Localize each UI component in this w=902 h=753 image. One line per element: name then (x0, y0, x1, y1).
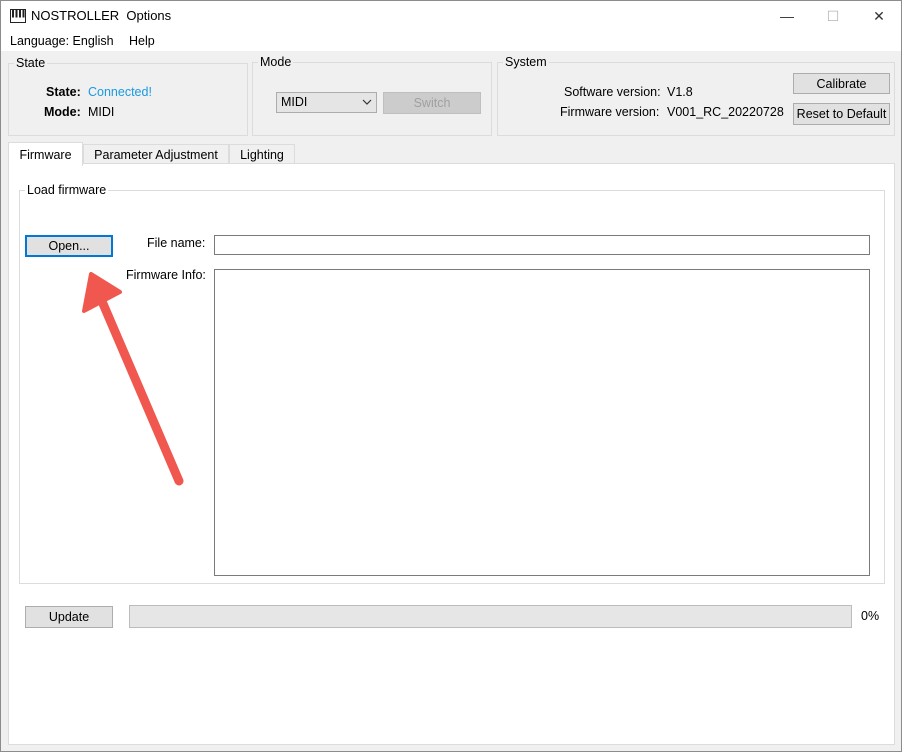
progress-percent: 0% (861, 609, 880, 623)
firmware-version-value: V001_RC_20220728 (667, 105, 784, 119)
mode-value: MIDI (88, 105, 115, 119)
load-firmware-legend: Load firmware (27, 183, 107, 197)
window-title: NOSTROLLER Options (31, 8, 172, 23)
software-version-value: V1.8 (667, 85, 693, 99)
state-group-legend: State (16, 56, 46, 70)
tab-parameter-adjustment[interactable]: Parameter Adjustment (83, 144, 229, 165)
mode-label: Mode: (44, 105, 81, 119)
calibrate-button[interactable]: Calibrate (793, 73, 890, 94)
minimize-icon: — (780, 8, 794, 24)
file-name-field[interactable] (214, 235, 870, 255)
reset-to-default-button[interactable]: Reset to Default (793, 103, 890, 125)
tab-firmware[interactable]: Firmware (8, 142, 83, 166)
firmware-version-label: Firmware version: (560, 105, 660, 119)
maximize-icon: ☐ (826, 7, 840, 24)
chevron-down-icon (362, 99, 372, 105)
close-button[interactable]: ✕ (856, 1, 902, 31)
state-value: Connected! (88, 85, 152, 99)
update-button[interactable]: Update (25, 606, 113, 628)
firmware-info-textarea[interactable] (214, 269, 870, 576)
menu-help[interactable]: Help (129, 34, 155, 48)
title-bar[interactable]: NOSTROLLER Options — ☐ ✕ (1, 1, 901, 31)
piano-keys-icon (10, 9, 26, 23)
mode-select[interactable]: MIDI (276, 92, 377, 113)
open-button[interactable]: Open... (25, 235, 113, 257)
firmware-info-label: Firmware Info: (126, 268, 206, 282)
menu-language[interactable]: Language: English (10, 34, 114, 48)
tab-lighting[interactable]: Lighting (229, 144, 295, 165)
minimize-button[interactable]: — (764, 1, 810, 31)
software-version-label: Software version: (564, 85, 661, 99)
mode-select-value: MIDI (281, 95, 308, 109)
state-label: State: (46, 85, 81, 99)
menu-bar: Language: English Help (1, 31, 901, 51)
system-group-legend: System (505, 55, 547, 69)
mode-group-legend: Mode (260, 55, 292, 69)
update-progress-bar (129, 605, 852, 628)
file-name-label: File name: (147, 236, 206, 250)
maximize-button[interactable]: ☐ (810, 1, 856, 31)
close-icon: ✕ (873, 7, 885, 24)
options-window: NOSTROLLER Options — ☐ ✕ Language: Engli… (0, 0, 902, 752)
switch-button[interactable]: Switch (383, 92, 481, 114)
